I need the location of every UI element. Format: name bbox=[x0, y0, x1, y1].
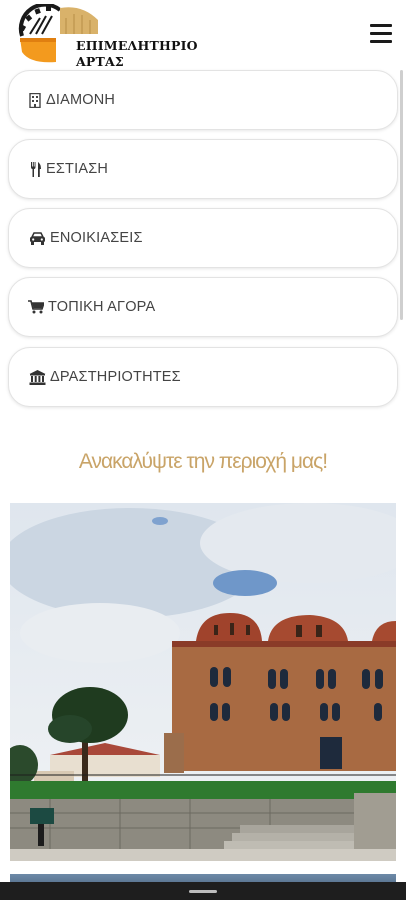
category-activities[interactable]: ΔΡΑΣΤΗΡΙΟΤΗΤΕΣ bbox=[8, 347, 398, 407]
home-handle[interactable] bbox=[189, 890, 217, 893]
logo-line2: ΑΡΤΑΣ bbox=[76, 54, 124, 69]
building-icon bbox=[27, 92, 43, 108]
scrollbar[interactable] bbox=[400, 70, 403, 320]
category-label: ΕΝΟΙΚΙΑΣΕΙΣ bbox=[50, 230, 143, 246]
logo-line1: ΕΠΙΜΕΛΗΤΗΡΙΟ bbox=[76, 38, 198, 53]
category-local-market[interactable]: ΤΟΠΙΚΗ ΑΓΟΡΑ bbox=[8, 277, 398, 337]
discover-heading: Ανακαλύψτε την περιοχή μας! bbox=[78, 450, 328, 473]
category-label: ΤΟΠΙΚΗ ΑΓΟΡΑ bbox=[48, 299, 156, 315]
category-label: ΕΣΤΙΑΣΗ bbox=[46, 161, 109, 177]
category-accommodation[interactable]: ΔΙΑΜΟΝΗ bbox=[8, 70, 398, 130]
chamber-logo[interactable]: ΕΠΙΜΕΛΗΤΗΡΙΟ ΑΡΤΑΣ bbox=[16, 2, 198, 69]
category-label: ΔΙΑΜΟΝΗ bbox=[46, 92, 116, 108]
institution-icon bbox=[27, 369, 47, 385]
category-dining[interactable]: ΕΣΤΙΑΣΗ bbox=[8, 139, 398, 199]
car-icon bbox=[27, 230, 47, 246]
system-nav-bar bbox=[0, 882, 406, 900]
logo-text: ΕΠΙΜΕΛΗΤΗΡΙΟ ΑΡΤΑΣ bbox=[76, 38, 198, 70]
category-label: ΔΡΑΣΤΗΡΙΟΤΗΤΕΣ bbox=[50, 369, 181, 385]
shopping-cart-icon bbox=[27, 299, 45, 315]
site-header: ΕΠΙΜΕΛΗΤΗΡΙΟ ΑΡΤΑΣ bbox=[0, 0, 406, 69]
church-photo[interactable] bbox=[10, 503, 396, 861]
hamburger-menu-icon[interactable] bbox=[370, 24, 392, 44]
category-rentals[interactable]: ΕΝΟΙΚΙΑΣΕΙΣ bbox=[8, 208, 398, 268]
cutlery-icon bbox=[27, 161, 43, 177]
